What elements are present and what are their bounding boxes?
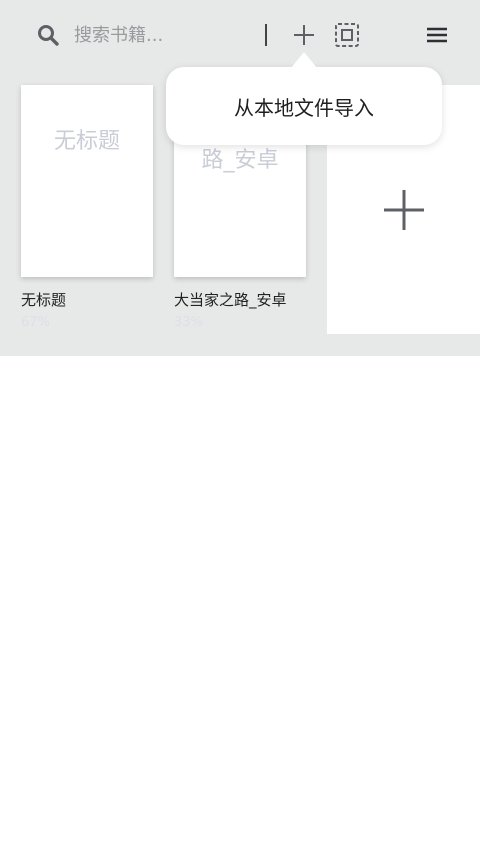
book-title: 无标题 <box>21 291 67 309</box>
book-title: 大当家之路_安卓 <box>174 291 287 309</box>
plus-icon <box>383 189 424 230</box>
plus-icon <box>294 25 314 45</box>
add-button[interactable] <box>290 20 318 50</box>
book-cover[interactable]: 无标题 <box>21 85 153 277</box>
bookshelf-area: 无标题 无标题 67% 路_安卓 大当家之路_安卓 33% <box>0 0 480 356</box>
import-local-file-item[interactable]: 从本地文件导入 <box>234 92 374 121</box>
scan-frame-icon <box>335 23 359 47</box>
add-menu-popover: 从本地文件导入 <box>166 67 442 145</box>
toolbar <box>0 0 480 70</box>
popover-arrow <box>291 52 317 68</box>
scan-button[interactable] <box>332 20 362 50</box>
search-input[interactable] <box>74 20 254 50</box>
book-item[interactable]: 无标题 无标题 67% <box>21 85 153 330</box>
search-icon[interactable] <box>36 23 60 47</box>
hamburger-menu-icon <box>427 27 447 43</box>
menu-button[interactable] <box>424 22 450 48</box>
book-progress: 67% <box>21 315 50 330</box>
book-progress: 33% <box>174 315 203 330</box>
toolbar-divider <box>265 24 267 46</box>
book-cover-title: 无标题 <box>53 129 120 154</box>
book-cover-title: 路_安卓 <box>201 148 279 173</box>
